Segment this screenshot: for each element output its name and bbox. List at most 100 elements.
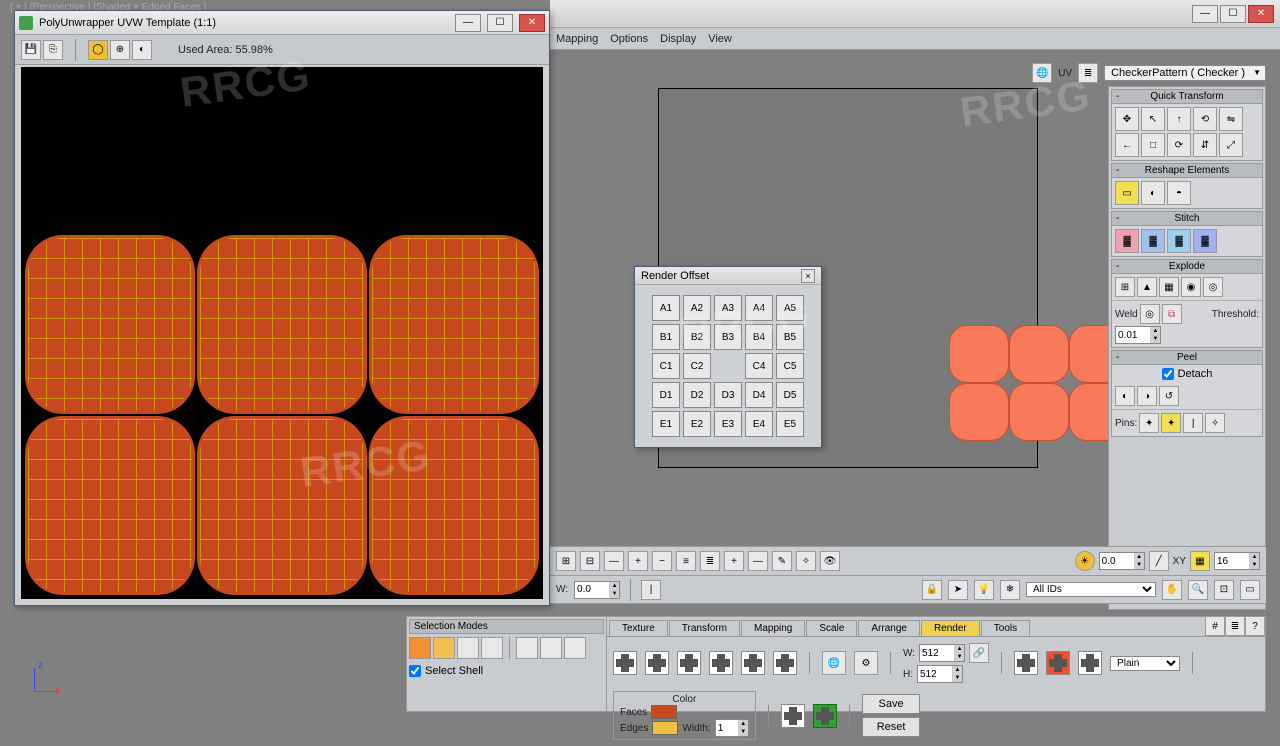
tb1-btn5[interactable]: − bbox=[652, 551, 672, 571]
bulb-icon[interactable]: 💡 bbox=[974, 580, 994, 600]
uv-cluster[interactable] bbox=[1009, 325, 1069, 383]
panel-stitch[interactable]: Stitch bbox=[1112, 212, 1262, 226]
zoomregion-icon[interactable]: ▭ bbox=[1240, 580, 1260, 600]
render-offset-cell[interactable]: A1 bbox=[652, 295, 680, 321]
tab-texture[interactable]: Texture bbox=[609, 620, 668, 636]
stitch1-icon[interactable]: ▓ bbox=[1115, 229, 1139, 253]
render-offset-cell[interactable]: D3 bbox=[714, 382, 742, 408]
list-icon[interactable]: ≣ bbox=[1078, 63, 1098, 83]
render-offset-cell[interactable]: B1 bbox=[652, 324, 680, 350]
w-spinner[interactable]: ▲▼ bbox=[574, 581, 620, 599]
render-preset1-icon[interactable] bbox=[613, 651, 637, 675]
render-offset-cell[interactable]: D5 bbox=[776, 382, 804, 408]
peel-reset-icon[interactable]: ↺ bbox=[1159, 386, 1179, 406]
flip-v-icon[interactable]: ⇵ bbox=[1193, 133, 1217, 157]
panel-quick-transform[interactable]: Quick Transform bbox=[1112, 90, 1262, 104]
polyunwrapper-window[interactable]: PolyUnwrapper UVW Template (1:1) — ☐ ✕ 💾… bbox=[14, 10, 550, 606]
tb1-btn2[interactable]: ⊟ bbox=[580, 551, 600, 571]
render-offset-cell[interactable]: E2 bbox=[683, 411, 711, 437]
pin4-icon[interactable]: ✧ bbox=[1205, 413, 1225, 433]
poly-minimize[interactable]: — bbox=[455, 14, 481, 32]
render-offset-dialog[interactable]: Render Offset × A1A2A3A4A5B1B2B3B4B5C1C2… bbox=[634, 266, 822, 448]
center-icon[interactable]: □ bbox=[1141, 133, 1165, 157]
selmode-element-icon[interactable] bbox=[481, 637, 503, 659]
minimize-button[interactable]: — bbox=[1192, 5, 1218, 23]
slash-icon[interactable]: ╱ bbox=[1149, 551, 1169, 571]
render-h-spinner[interactable]: ▲▼ bbox=[917, 665, 963, 683]
render-offset-cell[interactable]: A2 bbox=[683, 295, 711, 321]
render-preset3-icon[interactable] bbox=[677, 651, 701, 675]
render-offset-cell[interactable]: C2 bbox=[683, 353, 711, 379]
eye-icon[interactable]: 👁 bbox=[820, 551, 840, 571]
render-offset-cell[interactable]: E5 bbox=[776, 411, 804, 437]
flip-h-icon[interactable]: ⇋ bbox=[1219, 107, 1243, 131]
tb1-btn7[interactable]: ≣ bbox=[700, 551, 720, 571]
xy-label[interactable]: XY bbox=[1173, 556, 1186, 567]
selmode-vertex-icon[interactable] bbox=[409, 637, 431, 659]
polyunwrapper-canvas[interactable] bbox=[21, 67, 543, 599]
tb1-btn9[interactable]: — bbox=[748, 551, 768, 571]
render-offset-cell[interactable]: B5 bbox=[776, 324, 804, 350]
tab-scale[interactable]: Scale bbox=[806, 620, 857, 636]
globe-icon[interactable]: 🌐 bbox=[1032, 63, 1052, 83]
uv-cluster[interactable] bbox=[1009, 383, 1069, 441]
pin2-icon[interactable]: ✦ bbox=[1161, 413, 1181, 433]
render-offset-cell[interactable]: C5 bbox=[776, 353, 804, 379]
tb1-btn3[interactable]: — bbox=[604, 551, 624, 571]
weld-target-icon[interactable]: ◎ bbox=[1140, 304, 1160, 324]
straighten-icon[interactable]: ▭ bbox=[1115, 181, 1139, 205]
hand-icon[interactable]: ✋ bbox=[1162, 580, 1182, 600]
selmode-edge-icon[interactable] bbox=[433, 637, 455, 659]
render-offset-cell[interactable]: A5 bbox=[776, 295, 804, 321]
align-l-icon[interactable]: ← bbox=[1115, 133, 1139, 157]
render-preset4-icon[interactable] bbox=[709, 651, 733, 675]
poly-copy-icon[interactable]: ⎘ bbox=[43, 40, 63, 60]
pin1-icon[interactable]: ✦ bbox=[1139, 413, 1159, 433]
reset-button[interactable]: Reset bbox=[862, 717, 921, 737]
render-offset-close[interactable]: × bbox=[801, 269, 815, 283]
menu-view[interactable]: View bbox=[708, 33, 732, 45]
plain-dropdown[interactable]: Plain bbox=[1110, 656, 1180, 671]
render-preset6-icon[interactable] bbox=[773, 651, 797, 675]
render-globe-icon[interactable]: 🌐 bbox=[822, 651, 846, 675]
poly-contrast-icon[interactable]: ◐ bbox=[132, 40, 152, 60]
brush-icon[interactable]: ✎ bbox=[772, 551, 792, 571]
explode1-icon[interactable]: ⊞ bbox=[1115, 277, 1135, 297]
poly-maximize[interactable]: ☐ bbox=[487, 14, 513, 32]
tb1-btn1[interactable]: ⊞ bbox=[556, 551, 576, 571]
render-offset-cell[interactable]: A4 bbox=[745, 295, 773, 321]
close-button[interactable]: ✕ bbox=[1248, 5, 1274, 23]
stitch3-icon[interactable]: ▓ bbox=[1167, 229, 1191, 253]
width-spinner[interactable]: ▲▼ bbox=[715, 719, 749, 737]
zero-spinner[interactable]: ▲▼ bbox=[1099, 552, 1145, 570]
panel-reshape[interactable]: Reshape Elements bbox=[1112, 164, 1262, 178]
flatten-icon[interactable]: ◓ bbox=[1167, 181, 1191, 205]
selmode-btn6[interactable] bbox=[540, 637, 562, 659]
render-gear-icon[interactable]: ⚙ bbox=[854, 651, 878, 675]
align-tl-icon[interactable]: ↖ bbox=[1141, 107, 1165, 131]
faces-color-swatch[interactable] bbox=[651, 705, 677, 719]
tile-a-icon[interactable] bbox=[1014, 651, 1038, 675]
explode5-icon[interactable]: ◎ bbox=[1203, 277, 1223, 297]
select-shell-checkbox[interactable]: Select Shell bbox=[409, 665, 483, 677]
tb1-btn6[interactable]: ≡ bbox=[676, 551, 696, 571]
tb1-btn8[interactable]: + bbox=[724, 551, 744, 571]
render-offset-cell[interactable]: C1 bbox=[652, 353, 680, 379]
poly-circle1-icon[interactable]: ◯ bbox=[88, 40, 108, 60]
threshold-field[interactable] bbox=[1116, 329, 1150, 342]
explode2-icon[interactable]: ▲ bbox=[1137, 277, 1157, 297]
render-offset-cell[interactable]: A3 bbox=[714, 295, 742, 321]
sixteen-spinner[interactable]: ▲▼ bbox=[1214, 552, 1260, 570]
fit-icon[interactable]: ⤢ bbox=[1219, 133, 1243, 157]
move-icon[interactable]: ✥ bbox=[1115, 107, 1139, 131]
uv-cluster[interactable] bbox=[949, 383, 1009, 441]
poly-save-icon[interactable]: 💾 bbox=[21, 40, 41, 60]
zoomfit-icon[interactable]: ⊡ bbox=[1214, 580, 1234, 600]
render-offset-cell[interactable]: B3 bbox=[714, 324, 742, 350]
threshold-spinner[interactable]: ▲▼ bbox=[1115, 326, 1161, 344]
link-icon[interactable]: 🔗 bbox=[969, 643, 989, 663]
snow-icon[interactable]: ❄ bbox=[1000, 580, 1020, 600]
uv-shell[interactable] bbox=[369, 416, 539, 595]
render-preset5-icon[interactable] bbox=[741, 651, 765, 675]
uv-shell[interactable] bbox=[25, 235, 195, 414]
